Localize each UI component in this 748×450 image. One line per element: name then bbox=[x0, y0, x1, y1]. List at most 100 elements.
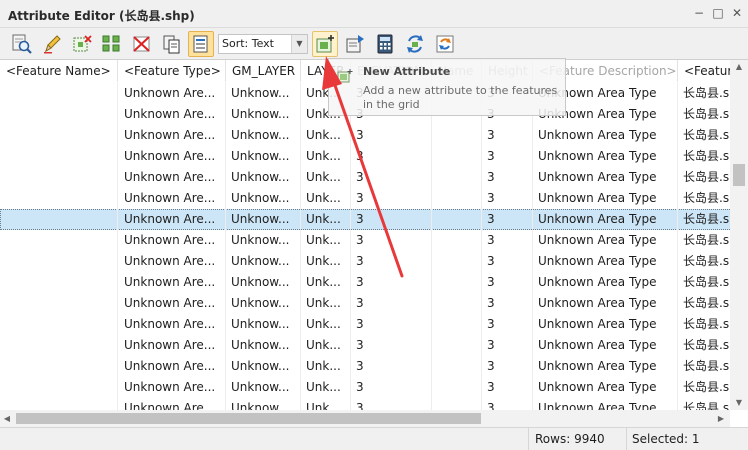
vertical-scrollbar[interactable]: ▲ ▼ bbox=[730, 60, 748, 410]
table-cell[interactable]: 长岛县.s bbox=[678, 209, 730, 230]
table-cell[interactable]: Unknown Are... bbox=[118, 146, 226, 167]
table-cell[interactable]: 长岛县.s bbox=[678, 167, 730, 188]
table-cell[interactable]: 3 bbox=[351, 125, 432, 146]
table-cell[interactable]: 3 bbox=[482, 188, 533, 209]
table-cell[interactable]: 长岛县.s bbox=[678, 272, 730, 293]
table-cell[interactable] bbox=[432, 377, 482, 398]
table-cell[interactable]: 3 bbox=[482, 293, 533, 314]
column-header[interactable]: GM_LAYER bbox=[226, 60, 301, 82]
table-cell[interactable]: Unknown Are... bbox=[118, 188, 226, 209]
table-cell[interactable] bbox=[0, 272, 118, 293]
horizontal-scroll-thumb[interactable] bbox=[16, 413, 481, 424]
table-cell[interactable]: Unknown Area Type bbox=[533, 167, 678, 188]
table-cell[interactable]: 3 bbox=[351, 146, 432, 167]
table-cell[interactable]: Unknown Area Type bbox=[533, 335, 678, 356]
table-cell[interactable] bbox=[432, 293, 482, 314]
table-cell[interactable]: Unknown Are... bbox=[118, 356, 226, 377]
table-cell[interactable]: Unk... bbox=[301, 314, 351, 335]
table-cell[interactable]: Unknow... bbox=[226, 356, 301, 377]
table-cell[interactable]: 3 bbox=[482, 398, 533, 410]
table-cell[interactable]: 3 bbox=[351, 209, 432, 230]
horizontal-scrollbar[interactable]: ◀ ▶ bbox=[0, 410, 730, 427]
table-row[interactable]: Unknown Are...Unknow...Unk...33Unknown A… bbox=[0, 251, 730, 272]
table-cell[interactable]: Unknow... bbox=[226, 104, 301, 125]
scroll-right-icon[interactable]: ▶ bbox=[714, 410, 728, 427]
transform-button[interactable] bbox=[402, 31, 428, 57]
table-cell[interactable]: 长岛县.s bbox=[678, 83, 730, 104]
table-cell[interactable]: Unknow... bbox=[226, 377, 301, 398]
table-cell[interactable]: Unknow... bbox=[226, 125, 301, 146]
table-cell[interactable]: 3 bbox=[351, 167, 432, 188]
table-row[interactable]: Unknown Are...Unknow...Unk...33Unknown A… bbox=[0, 188, 730, 209]
table-cell[interactable] bbox=[0, 293, 118, 314]
table-cell[interactable] bbox=[432, 188, 482, 209]
table-cell[interactable]: 长岛县.s bbox=[678, 251, 730, 272]
table-cell[interactable] bbox=[0, 104, 118, 125]
table-cell[interactable] bbox=[432, 251, 482, 272]
table-cell[interactable] bbox=[432, 335, 482, 356]
table-cell[interactable]: Unknown Area Type bbox=[533, 356, 678, 377]
table-cell[interactable] bbox=[432, 356, 482, 377]
table-cell[interactable]: 长岛县.s bbox=[678, 188, 730, 209]
table-cell[interactable]: 长岛县.s bbox=[678, 125, 730, 146]
table-cell[interactable]: 长岛县.s bbox=[678, 335, 730, 356]
table-cell[interactable]: 长岛县.s bbox=[678, 146, 730, 167]
table-cell[interactable]: 3 bbox=[482, 251, 533, 272]
table-cell[interactable]: 3 bbox=[351, 335, 432, 356]
table-cell[interactable] bbox=[0, 188, 118, 209]
table-cell[interactable]: Unk... bbox=[301, 146, 351, 167]
table-cell[interactable]: Unknown Area Type bbox=[533, 125, 678, 146]
table-cell[interactable]: 3 bbox=[482, 230, 533, 251]
show-selected-button[interactable] bbox=[188, 31, 214, 57]
table-cell[interactable]: Unknown Are... bbox=[118, 209, 226, 230]
table-cell[interactable]: 长岛县.s bbox=[678, 104, 730, 125]
table-cell[interactable]: 3 bbox=[351, 272, 432, 293]
table-cell[interactable] bbox=[0, 335, 118, 356]
table-cell[interactable]: Unk... bbox=[301, 398, 351, 410]
table-cell[interactable]: Unknown Area Type bbox=[533, 251, 678, 272]
table-cell[interactable] bbox=[432, 230, 482, 251]
table-cell[interactable]: Unk... bbox=[301, 188, 351, 209]
table-cell[interactable]: 3 bbox=[351, 188, 432, 209]
table-cell[interactable]: Unknown Area Type bbox=[533, 293, 678, 314]
select-all-button[interactable] bbox=[99, 31, 125, 57]
table-cell[interactable]: 3 bbox=[482, 314, 533, 335]
edit-button[interactable] bbox=[39, 31, 65, 57]
new-attribute-button[interactable] bbox=[312, 31, 338, 57]
table-row[interactable]: Unknown Are...Unknow...Unk...33Unknown A… bbox=[0, 293, 730, 314]
column-header[interactable]: <Feature Name> bbox=[0, 60, 118, 82]
table-cell[interactable] bbox=[432, 209, 482, 230]
table-cell[interactable]: 3 bbox=[351, 314, 432, 335]
table-cell[interactable]: 3 bbox=[351, 293, 432, 314]
search-features-button[interactable] bbox=[9, 31, 35, 57]
table-row[interactable]: Unknown Are...Unknow...Unk...33Unknown A… bbox=[0, 125, 730, 146]
table-cell[interactable]: 3 bbox=[351, 356, 432, 377]
minimize-button[interactable]: − bbox=[690, 4, 708, 22]
table-row[interactable]: Unknown Are...Unknow...Unk...33Unknown A… bbox=[0, 167, 730, 188]
table-row[interactable]: Unknown Are...Unknow...Unk...33Unknown A… bbox=[0, 335, 730, 356]
table-cell[interactable] bbox=[432, 272, 482, 293]
chevron-down-icon[interactable]: ▼ bbox=[291, 35, 307, 53]
table-cell[interactable]: Unknown Area Type bbox=[533, 230, 678, 251]
table-cell[interactable]: 3 bbox=[351, 251, 432, 272]
table-cell[interactable]: 长岛县.s bbox=[678, 356, 730, 377]
table-cell[interactable]: 长岛县.s bbox=[678, 398, 730, 410]
table-cell[interactable]: Unknow... bbox=[226, 146, 301, 167]
table-cell[interactable]: Unknow... bbox=[226, 188, 301, 209]
table-cell[interactable] bbox=[0, 314, 118, 335]
table-cell[interactable]: Unknown Area Type bbox=[533, 188, 678, 209]
vertical-scroll-thumb[interactable] bbox=[733, 164, 745, 186]
table-cell[interactable]: 3 bbox=[482, 272, 533, 293]
copy-button[interactable] bbox=[159, 31, 185, 57]
column-header[interactable]: <Featur bbox=[678, 60, 730, 82]
table-cell[interactable]: Unknow... bbox=[226, 398, 301, 410]
delete-selected-button[interactable] bbox=[129, 31, 155, 57]
export-button[interactable] bbox=[342, 31, 368, 57]
table-cell[interactable]: Unk... bbox=[301, 251, 351, 272]
table-cell[interactable]: Unknow... bbox=[226, 272, 301, 293]
table-cell[interactable]: Unk... bbox=[301, 377, 351, 398]
table-cell[interactable] bbox=[432, 398, 482, 410]
table-cell[interactable]: Unknown Area Type bbox=[533, 377, 678, 398]
table-cell[interactable]: Unknown Are... bbox=[118, 314, 226, 335]
table-cell[interactable]: Unknown Are... bbox=[118, 272, 226, 293]
